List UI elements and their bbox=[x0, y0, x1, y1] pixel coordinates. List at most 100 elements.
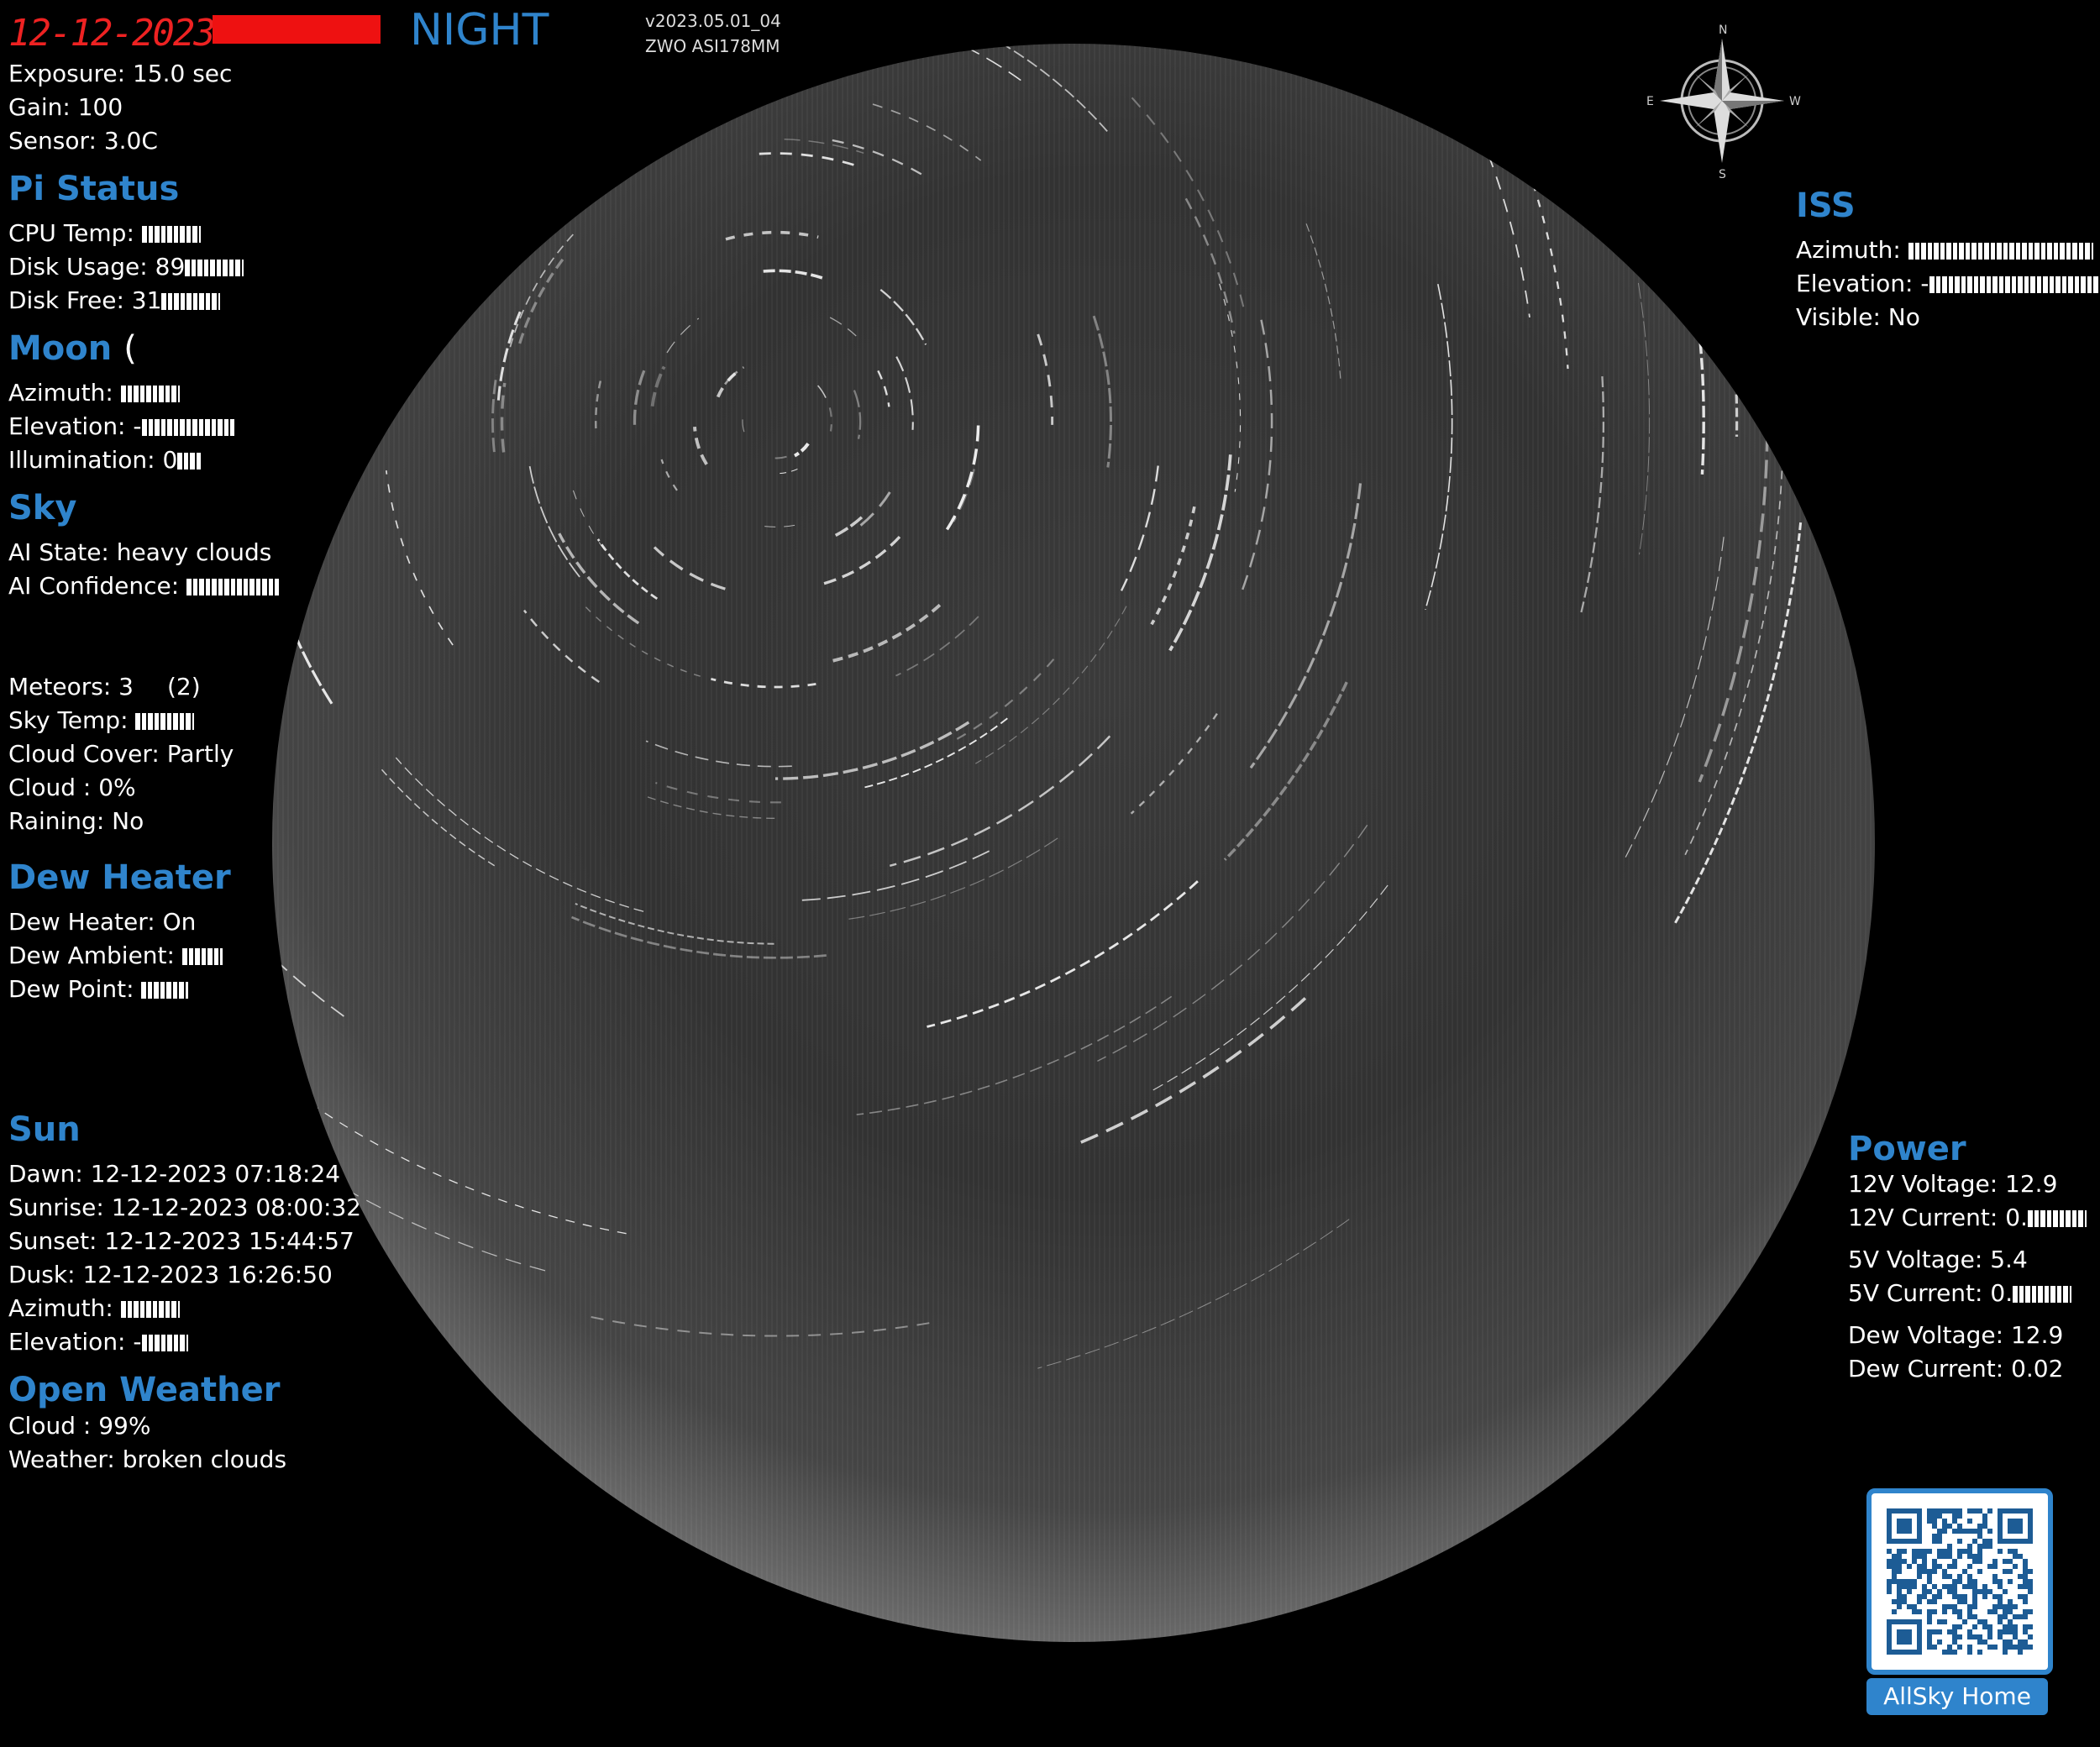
qr-module bbox=[1947, 1508, 1952, 1514]
qr-module bbox=[1947, 1629, 1952, 1634]
qr-module bbox=[1907, 1604, 1912, 1609]
ai-state-value: heavy clouds bbox=[116, 538, 272, 566]
qr-module bbox=[1977, 1619, 1982, 1624]
qr-module bbox=[1982, 1624, 1987, 1629]
qr-module bbox=[1887, 1559, 1892, 1564]
qr-module bbox=[1952, 1584, 1957, 1589]
pi-status-block: CPU Temp: Disk Usage: 89 Disk Free: 31 bbox=[8, 217, 244, 317]
star-trail bbox=[759, 152, 854, 166]
qr-module bbox=[1982, 1639, 1987, 1645]
qr-module bbox=[2013, 1564, 2018, 1569]
qr-module bbox=[1937, 1639, 1942, 1645]
disk-usage-garbled bbox=[185, 258, 244, 278]
dew-heater-state: Dew Heater: On bbox=[8, 908, 197, 936]
ai-confidence: AI Confidence: bbox=[8, 569, 280, 603]
qr-module bbox=[2008, 1629, 2013, 1634]
sky-extra-block: Meteors: 3 (2) Sky Temp: Cloud Cover: Par… bbox=[8, 670, 234, 838]
qr-module bbox=[1952, 1564, 1957, 1569]
star-trail bbox=[434, 99, 545, 219]
qr-module bbox=[1982, 1619, 1987, 1624]
qr-module bbox=[1998, 1619, 2003, 1624]
qr-module bbox=[1927, 1634, 1932, 1639]
qr-module bbox=[1957, 1514, 1962, 1519]
qr-module bbox=[2028, 1579, 2033, 1584]
gain-value: 100 bbox=[77, 93, 123, 121]
iss-elevation-garbled bbox=[1929, 275, 2100, 295]
star-trail bbox=[1120, 465, 1159, 591]
star-trail bbox=[1481, 59, 1569, 370]
star-trail bbox=[774, 721, 970, 780]
qr-module bbox=[1892, 1579, 1897, 1584]
qr-module bbox=[1927, 1579, 1932, 1584]
qr-module bbox=[1992, 1604, 1998, 1609]
qr-module bbox=[1942, 1554, 1947, 1559]
qr-module bbox=[2023, 1614, 2028, 1619]
qr-module bbox=[1957, 1524, 1962, 1529]
pi-status-title: Pi Status bbox=[8, 170, 180, 208]
qr-module bbox=[1932, 1599, 1937, 1604]
star-trail bbox=[1673, 522, 1803, 924]
allsky-home-link[interactable]: AllSky Home bbox=[1866, 1488, 2053, 1715]
star-trails bbox=[272, 44, 1803, 1369]
qr-module bbox=[1972, 1614, 1977, 1619]
qr-module bbox=[1937, 1554, 1942, 1559]
qr-module bbox=[1957, 1624, 1962, 1629]
camera-info: Exposure: 15.0 sec Gain: 100 Sensor: 3.0… bbox=[8, 57, 232, 158]
moon-title: Moon ( bbox=[8, 329, 137, 368]
moon-block: Azimuth: Elevation: - Illumination: 0 bbox=[8, 376, 234, 477]
allsky-home-button[interactable]: AllSky Home bbox=[1866, 1678, 2048, 1715]
qr-module bbox=[1947, 1645, 1952, 1650]
open-weather-block: Cloud : 99% Weather: broken clouds bbox=[8, 1409, 286, 1477]
star-trail bbox=[1435, 44, 1530, 318]
star-trail bbox=[645, 740, 792, 768]
qr-module bbox=[1927, 1514, 1932, 1519]
qr-module bbox=[1942, 1584, 1947, 1589]
qr-module bbox=[2028, 1634, 2033, 1639]
star-trail bbox=[927, 880, 1199, 1028]
qr-module bbox=[1922, 1554, 1927, 1559]
qr-module bbox=[2013, 1624, 2018, 1629]
qr-module bbox=[1972, 1624, 1977, 1629]
ow-cloud: Cloud : 99% bbox=[8, 1412, 151, 1440]
qr-module bbox=[1942, 1519, 1947, 1524]
qr-module bbox=[1902, 1549, 1907, 1554]
sun-elevation-garbled bbox=[141, 1333, 188, 1353]
qr-module bbox=[1982, 1584, 1987, 1589]
sky-title: Sky bbox=[8, 489, 77, 527]
star-trail bbox=[742, 415, 745, 433]
qr-module bbox=[1942, 1650, 1947, 1655]
qr-module bbox=[1947, 1589, 1952, 1594]
qr-module bbox=[1967, 1614, 1972, 1619]
qr-module bbox=[1917, 1599, 1922, 1604]
sky-temp-value bbox=[135, 711, 195, 732]
qr-module bbox=[1932, 1645, 1937, 1650]
qr-pattern bbox=[1887, 1508, 2033, 1655]
meteors-paren: (2) bbox=[166, 673, 201, 700]
qr-code[interactable] bbox=[1866, 1488, 2053, 1675]
sky-temp: Sky Temp: bbox=[8, 704, 234, 737]
qr-module bbox=[1957, 1539, 1962, 1544]
iss-block: Azimuth: Elevation: - Visible: No bbox=[1796, 233, 2100, 334]
qr-module bbox=[1967, 1508, 1972, 1514]
qr-module bbox=[2018, 1650, 2023, 1655]
qr-module bbox=[1942, 1604, 1947, 1609]
qr-module bbox=[1992, 1609, 1998, 1614]
sun-azimuth-value bbox=[120, 1299, 180, 1319]
dew-current: Dew Current: 0.02 bbox=[1848, 1355, 2064, 1382]
qr-module bbox=[2028, 1569, 2033, 1574]
qr-module bbox=[1947, 1574, 1952, 1579]
qr-module bbox=[2023, 1564, 2028, 1569]
qr-module bbox=[1992, 1594, 1998, 1599]
qr-module bbox=[2023, 1574, 2028, 1579]
star-trail bbox=[558, 532, 640, 625]
qr-module bbox=[2008, 1569, 2013, 1574]
qr-module bbox=[2013, 1629, 2018, 1634]
star-trail bbox=[660, 459, 678, 491]
star-trail bbox=[950, 658, 1055, 744]
star-trail bbox=[853, 390, 862, 439]
star-trail bbox=[1130, 712, 1218, 815]
qr-module bbox=[1982, 1544, 1987, 1549]
star-trail bbox=[1240, 319, 1273, 594]
ai-confidence-value bbox=[186, 577, 280, 597]
qr-module bbox=[1987, 1544, 1992, 1549]
